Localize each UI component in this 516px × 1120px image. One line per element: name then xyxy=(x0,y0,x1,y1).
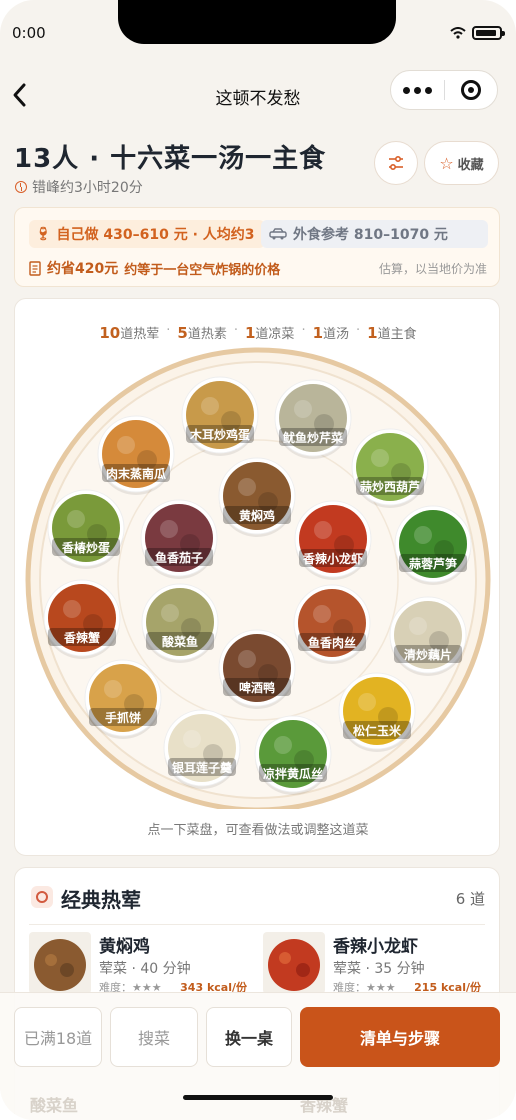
dish-name: 香辣小龙虾 xyxy=(333,937,418,957)
close-target-icon[interactable] xyxy=(445,80,498,100)
platter-dish-label: 酸菜鱼 xyxy=(162,634,198,649)
home-indicator xyxy=(183,1095,333,1100)
eat-out-cost: 外食参考 810–1070 元 xyxy=(261,220,488,248)
self-cook-cost: 🍷︎ 自己做 430–610 元 · 人均约3 xyxy=(29,220,265,248)
platter-dish[interactable]: 香辣蟹 xyxy=(43,579,121,659)
star-icon: ☆ xyxy=(439,153,454,173)
app-screen: 0:00 这顿不发愁 13人 · 十六菜一汤一主食 错峰约3小时20分 ☆ 收藏… xyxy=(0,0,516,1120)
platter-dish[interactable]: 香辣小龙虾 xyxy=(294,500,372,580)
section-icon xyxy=(31,886,53,908)
clock-icon xyxy=(15,181,27,193)
eat-out-text: 外食参考 810–1070 元 xyxy=(293,227,448,243)
platter-dish-label: 香辣小龙虾 xyxy=(302,551,363,566)
dish-thumbnail xyxy=(263,932,325,994)
section-title: 经典热荤 xyxy=(61,888,141,912)
self-cook-text: 自己做 430–610 元 · 人均约3 xyxy=(56,227,255,243)
platter-dish[interactable]: 鱼香茄子 xyxy=(140,499,218,579)
filter-button[interactable] xyxy=(374,141,418,185)
platter-dish[interactable]: 酸菜鱼 xyxy=(141,583,219,663)
nav-bar: 这顿不发愁 xyxy=(0,70,516,120)
platter-card: 10道热荤 · 5道热素 · 1道凉菜 · 1道汤 · 1道主食 木耳炒鸡蛋 鱿鱼炒芹菜 肉末蒸南瓜… xyxy=(14,298,500,856)
platter-dish-label: 蒜蓉芦笋 xyxy=(409,556,457,571)
platter-dish[interactable]: 黄焖鸡 xyxy=(218,457,296,537)
cost-card: 🍷︎ 自己做 430–610 元 · 人均约3 外食参考 810–1070 元 … xyxy=(14,207,500,287)
dish-card[interactable]: 黄焖鸡 荤菜 · 40 分钟 难度：★★★ 343 kcal/份 xyxy=(29,932,253,996)
platter-dish[interactable]: 凉拌黄瓜丝 xyxy=(254,715,332,795)
platter-dish-label: 银耳莲子羹 xyxy=(172,760,233,775)
sliders-icon xyxy=(389,155,403,171)
platter-dish[interactable]: 蒜蓉芦笋 xyxy=(394,505,472,585)
mini-program-capsule xyxy=(390,70,498,110)
savings-amount: 约省420元 xyxy=(47,261,119,277)
platter-dish-label: 香椿炒蛋 xyxy=(61,540,110,555)
section-count: 6 道 xyxy=(455,890,485,908)
platter-dish-label: 手抓饼 xyxy=(105,710,141,725)
savings-row: 约省420元 约等于一台空气炸锅的价格 xyxy=(29,258,280,278)
platter-dish[interactable]: 啤酒鸭 xyxy=(218,629,296,709)
savings-desc: 约等于一台空气炸锅的价格 xyxy=(124,262,281,278)
more-icon[interactable] xyxy=(391,86,444,94)
dish-food xyxy=(268,939,320,991)
favorite-button[interactable]: ☆ 收藏 xyxy=(424,141,499,185)
receipt-icon xyxy=(29,260,41,276)
platter-dish[interactable]: 手抓饼 xyxy=(84,659,162,739)
platter-dish[interactable]: 木耳炒鸡蛋 xyxy=(181,376,259,456)
platter-dish[interactable]: 肉末蒸南瓜 xyxy=(97,415,175,495)
dish-name: 黄焖鸡 xyxy=(99,937,150,957)
battery-icon xyxy=(472,26,505,40)
platter-dish-label: 清炒藕片 xyxy=(404,647,452,662)
dish-meta: 荤菜 · 35 分钟 xyxy=(333,961,425,977)
notch xyxy=(118,0,396,44)
section-divider xyxy=(29,924,485,925)
platter-dish[interactable]: 鱼香肉丝 xyxy=(293,584,371,664)
platter-dish-label: 黄焖鸡 xyxy=(239,508,275,523)
platter-hint: 点一下菜盘，可查看做法或调整这道菜 xyxy=(147,823,369,838)
favorite-label: 收藏 xyxy=(457,157,484,173)
list-and-steps-button[interactable]: 清单与步骤 xyxy=(300,1007,500,1067)
platter-dish[interactable]: 香椿炒蛋 xyxy=(47,489,125,569)
platter-dish[interactable]: 银耳莲子羹 xyxy=(163,709,241,789)
platter-dish[interactable]: 蒜炒西葫芦 xyxy=(351,428,429,508)
car-icon xyxy=(269,228,287,240)
dish-thumbnail xyxy=(29,932,91,994)
platter-dish-label: 肉末蒸南瓜 xyxy=(106,466,166,481)
platter-dish-label: 木耳炒鸡蛋 xyxy=(189,427,250,442)
platter-dish[interactable]: 清炒藕片 xyxy=(389,596,467,676)
platter: 木耳炒鸡蛋 鱿鱼炒芹菜肉末蒸南瓜蒜炒西葫芦黄焖鸡香椿炒蛋鱼香茄子 香辣小龙虾 蒜蓉芦笋… xyxy=(25,347,491,809)
platter-dish-label: 鱼香茄子 xyxy=(155,550,203,565)
dish-card[interactable]: 香辣小龙虾 荤菜 · 35 分钟 难度：★★★ 215 kcal/份 xyxy=(263,932,487,996)
peak-time: 错峰约3小时20分 xyxy=(15,177,143,197)
status-time: 0:00 xyxy=(12,24,46,42)
peek-dish-left: 酸菜鱼 xyxy=(30,1096,79,1115)
cost-note: 估算，以当地价为准 xyxy=(378,262,487,276)
swap-table-button[interactable]: 换一桌 xyxy=(206,1007,292,1067)
dish-food xyxy=(34,939,86,991)
search-dish-button[interactable]: 搜菜 xyxy=(110,1007,198,1067)
platter-dish-label: 蒜炒西葫芦 xyxy=(360,479,420,494)
platter-dish-label: 香辣蟹 xyxy=(63,630,100,645)
platter-dish-label: 松仁玉米 xyxy=(353,723,402,738)
platter-dish-label: 凉拌黄瓜丝 xyxy=(263,766,323,781)
wifi-icon xyxy=(450,27,466,39)
menu-headline: 13人 · 十六菜一汤一主食 xyxy=(14,144,327,174)
platter-dish[interactable]: 鱿鱼炒芹菜 xyxy=(274,379,352,459)
dish-meta: 荤菜 · 40 分钟 xyxy=(99,961,191,977)
system-icons xyxy=(450,26,505,40)
platter-dish[interactable]: 松仁玉米 xyxy=(338,672,416,752)
full-count-button[interactable]: 已满18道 xyxy=(14,1007,102,1067)
cup-icon: 🍷︎ xyxy=(35,226,52,242)
status-bar: 0:00 xyxy=(0,0,516,56)
platter-dish-label: 鱿鱼炒芹菜 xyxy=(283,430,343,445)
platter-dish-label: 鱼香肉丝 xyxy=(308,635,356,650)
peak-time-text: 错峰约3小时20分 xyxy=(32,180,143,196)
platter-dish-label: 啤酒鸭 xyxy=(239,680,275,695)
